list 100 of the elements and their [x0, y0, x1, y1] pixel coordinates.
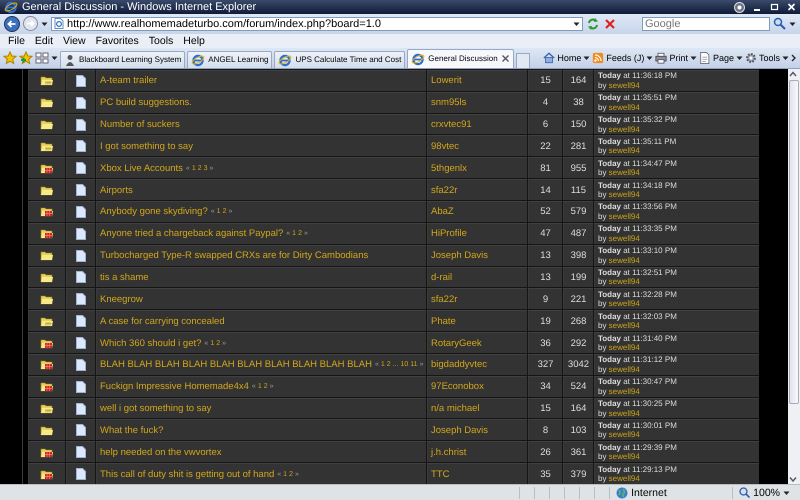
last-post-time: Today at 11:30:01 PM: [598, 420, 677, 430]
username-link[interactable]: sewell94: [608, 124, 640, 134]
username-link[interactable]: sewell94: [608, 364, 640, 374]
username-link[interactable]: sewell94: [608, 168, 640, 178]
view-count: 487: [570, 228, 586, 240]
topic-link[interactable]: tis a shame: [100, 272, 149, 283]
username-link[interactable]: sewell94: [608, 212, 640, 221]
search-field[interactable]: Google: [642, 16, 770, 31]
browser-tab[interactable]: Blackboard Learning System: [60, 50, 186, 68]
username-link[interactable]: sewell94: [608, 386, 640, 396]
username-link[interactable]: Lowerit: [431, 75, 462, 86]
username-link[interactable]: sewell94: [608, 256, 640, 265]
topic-link[interactable]: Kneegrow: [100, 294, 143, 305]
menu-item[interactable]: Edit: [30, 34, 58, 47]
username-link[interactable]: sewell94: [608, 343, 640, 352]
username-link[interactable]: d-rail: [431, 272, 452, 283]
toolbar-button[interactable]: Tools: [758, 52, 780, 63]
menu-item[interactable]: Favorites: [90, 34, 144, 47]
reply-count: 327: [538, 359, 554, 370]
zoom-level[interactable]: 100%: [753, 486, 780, 499]
view-count: 292: [570, 338, 586, 349]
topic-link[interactable]: Xbox Live Accounts: [100, 162, 183, 174]
reply-count: 81: [540, 162, 551, 174]
security-zone: Internet: [631, 486, 667, 499]
topic-link[interactable]: PC build suggestions.: [100, 97, 192, 108]
menu-item[interactable]: View: [58, 34, 91, 47]
last-post-time: Today at 11:34:47 PM: [598, 158, 677, 168]
topic-link[interactable]: What the fuck?: [100, 424, 164, 436]
topic-link[interactable]: Anybody gone skydiving?: [100, 206, 208, 218]
username-link[interactable]: sewell94: [608, 430, 640, 440]
view-count: 955: [570, 162, 586, 174]
username-link[interactable]: crxvtec91: [431, 119, 472, 130]
username-link[interactable]: sewell94: [608, 102, 640, 112]
topic-link[interactable]: I got something to say: [100, 140, 193, 152]
menu-item[interactable]: Help: [178, 34, 210, 47]
username-link[interactable]: HiProfile: [431, 228, 467, 240]
topic-link[interactable]: Anyone tried a chargeback against Paypal?: [100, 228, 284, 240]
topic-link[interactable]: help needed on the vwvortex: [100, 446, 222, 458]
last-post-author: by sewell94: [598, 408, 640, 418]
username-link[interactable]: bigdaddyvtec: [431, 359, 487, 370]
username-link[interactable]: sewell94: [608, 299, 640, 308]
topic-link[interactable]: A-team trailer: [100, 75, 158, 86]
browser-tab[interactable]: General Discussion: [407, 48, 514, 68]
topic-link[interactable]: BLAH BLAH BLAH BLAH BLAH BLAH BLAH BLAH BLAH BLAH: [100, 359, 372, 370]
topic-link[interactable]: Which 360 should i get?: [100, 338, 202, 349]
last-post-author: by sewell94: [598, 190, 640, 200]
view-count: 150: [570, 119, 586, 130]
last-post-author: by sewell94: [598, 321, 640, 331]
view-count: 38: [573, 97, 584, 108]
toolbar-button[interactable]: Home: [557, 52, 582, 63]
username-link[interactable]: sewell94: [608, 474, 640, 484]
username-link[interactable]: Joseph Davis: [431, 424, 488, 436]
last-post-author: by sewell94: [598, 102, 640, 112]
last-post-time: Today at 11:36:18 PM: [598, 71, 677, 81]
username-link[interactable]: sewell94: [608, 321, 640, 330]
username-link[interactable]: sewell94: [608, 190, 640, 200]
username-link[interactable]: sewell94: [608, 146, 640, 156]
topic-link[interactable]: Airports: [100, 184, 133, 196]
last-post-time: Today at 11:30:47 PM: [598, 377, 677, 387]
topic-link[interactable]: This call of duty shit is getting out of hand: [100, 468, 274, 480]
username-link[interactable]: sewell94: [608, 408, 640, 418]
username-link[interactable]: RotaryGeek: [431, 338, 482, 349]
menu-item[interactable]: Tools: [144, 34, 178, 47]
view-count: 199: [570, 272, 586, 283]
menu-item[interactable]: File: [3, 34, 30, 47]
address-field[interactable]: http://www.realhomemadeturbo.com/forum/index.php?board=1.0: [51, 16, 583, 31]
reply-count: 35: [540, 468, 551, 480]
browser-tab[interactable]: ANGEL Learning: [187, 50, 272, 68]
last-post-author: by sewell94: [598, 277, 640, 287]
username-link[interactable]: sewell94: [608, 234, 640, 243]
topic-link[interactable]: A case for carrying concealed: [100, 316, 225, 327]
username-link[interactable]: sewell94: [608, 452, 640, 462]
view-count: 164: [570, 403, 586, 414]
username-link[interactable]: TTC: [431, 468, 450, 480]
username-link[interactable]: Phate: [431, 316, 456, 327]
username-link[interactable]: 5thgenlx: [431, 162, 467, 174]
toolbar-button[interactable]: Feeds (J): [606, 52, 644, 63]
username-link[interactable]: sewell94: [608, 277, 640, 286]
username-link[interactable]: j.h.christ: [431, 446, 466, 458]
browser-tab[interactable]: UPS Calculate Time and Cost: [274, 50, 406, 68]
username-link[interactable]: snm95ls: [431, 97, 466, 108]
view-count: 281: [570, 140, 586, 152]
username-link[interactable]: 97Econobox: [431, 381, 484, 392]
topic-link[interactable]: Number of suckers: [100, 119, 180, 130]
username-link[interactable]: sewell94: [608, 80, 640, 90]
last-post-time: Today at 11:32:51 PM: [598, 268, 677, 278]
toolbar-button[interactable]: Page: [712, 52, 734, 63]
view-count: 361: [570, 446, 586, 458]
username-link[interactable]: Joseph Davis: [431, 250, 488, 262]
topic-link[interactable]: Fuckign Impressive Homemade4x4: [100, 381, 249, 392]
toolbar-button[interactable]: Print: [669, 52, 688, 63]
topic-link[interactable]: Turbocharged Type-R swapped CRXs are for Dirty Cambodians: [100, 250, 368, 262]
username-link[interactable]: sfa22r: [431, 294, 458, 305]
last-post-time: Today at 11:31:12 PM: [598, 355, 677, 365]
username-link[interactable]: sfa22r: [431, 184, 458, 196]
username-link[interactable]: AbaZ: [431, 206, 454, 218]
view-count: 268: [570, 316, 586, 327]
topic-link[interactable]: well i got something to say: [100, 403, 212, 414]
username-link[interactable]: n/a michael: [431, 403, 480, 414]
username-link[interactable]: 98vtec: [431, 140, 459, 152]
